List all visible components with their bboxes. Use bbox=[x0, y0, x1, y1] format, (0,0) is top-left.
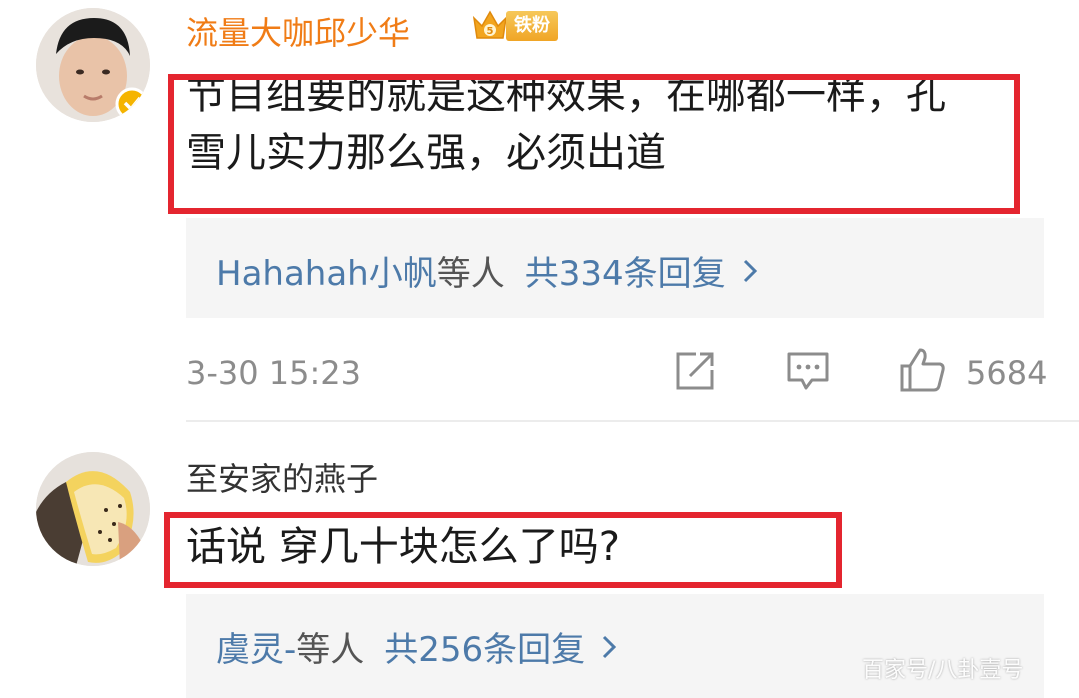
comment-actions: 3-30 15:23 5684 bbox=[186, 346, 1048, 398]
reply-users[interactable]: 虞灵- bbox=[216, 622, 296, 671]
share-icon[interactable] bbox=[674, 350, 716, 392]
watermark: 百家号/八卦壹号 bbox=[862, 658, 1024, 683]
avatar-photo-icon bbox=[36, 452, 150, 566]
avatar[interactable] bbox=[36, 452, 150, 566]
username[interactable]: 至安家的燕子 bbox=[186, 454, 378, 500]
fan-badge[interactable]: 5 铁粉 bbox=[470, 8, 558, 44]
fan-badge-label: 铁粉 bbox=[506, 11, 558, 41]
reply-users[interactable]: Hahahah小帆 bbox=[216, 246, 437, 295]
divider bbox=[186, 420, 1079, 422]
thumbs-up-icon[interactable] bbox=[898, 346, 946, 394]
reply-summary[interactable]: Hahahah小帆 等人 共334条回复 bbox=[186, 218, 1044, 318]
like-count: 5684 bbox=[966, 354, 1048, 392]
reply-count-link[interactable]: 共256条回复 bbox=[384, 622, 585, 671]
chevron-right-icon bbox=[603, 635, 617, 658]
crown-icon: 5 bbox=[472, 10, 508, 39]
svg-text:5: 5 bbox=[487, 26, 494, 37]
highlight-box bbox=[168, 74, 1020, 214]
timestamp: 3-30 15:23 bbox=[186, 354, 362, 392]
reply-count-link[interactable]: 共334条回复 bbox=[525, 246, 726, 295]
chevron-right-icon bbox=[743, 259, 757, 282]
avatar[interactable] bbox=[36, 8, 150, 122]
username[interactable]: 流量大咖邱少华 bbox=[186, 8, 410, 54]
reply-suffix: 等人 bbox=[436, 254, 505, 294]
reply-suffix: 等人 bbox=[296, 630, 365, 670]
comment-icon[interactable] bbox=[786, 350, 830, 392]
highlight-box bbox=[164, 512, 842, 588]
avatar-photo-icon bbox=[36, 8, 150, 122]
